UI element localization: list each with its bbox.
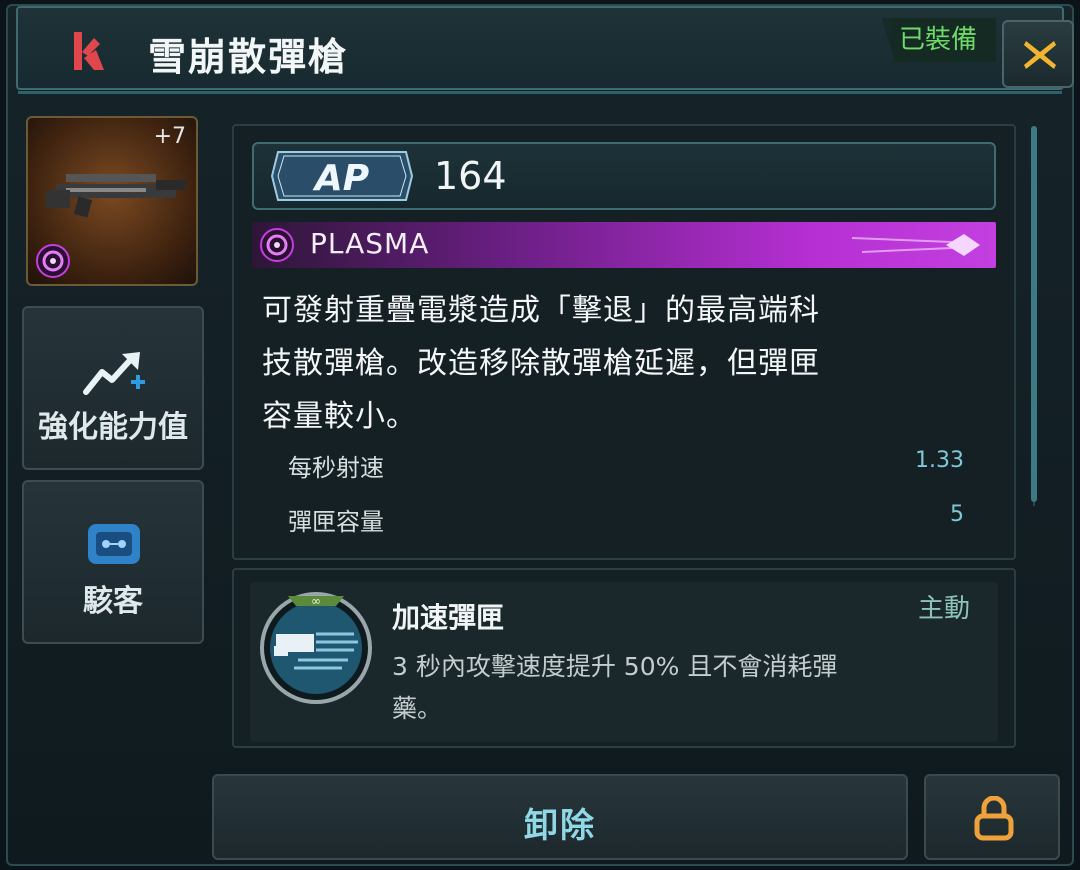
plasma-icon <box>260 228 294 262</box>
unequip-label: 卸除 <box>524 806 596 846</box>
shotgun-image <box>46 174 186 218</box>
description-line: 可發射重疊電漿造成「擊退」的最高端科 <box>262 293 820 328</box>
plasma-icon <box>36 244 70 278</box>
stat-value: 1.33 <box>915 448 964 473</box>
skill-type: 主動 <box>918 594 971 624</box>
stat-name: 彈匣容量 <box>288 508 384 536</box>
description-line: 容量較小。 <box>262 399 417 434</box>
equipped-badge: 已裝備 <box>881 18 996 62</box>
svg-text:∞: ∞ <box>311 594 321 608</box>
scrollbar-thumb[interactable] <box>1031 126 1037 502</box>
chip-icon <box>88 524 140 564</box>
plasma-streak-decoration <box>852 234 980 256</box>
lock-icon <box>974 796 1014 841</box>
skill-description-line: 3 秒內攻擊速度提升 50% 且不會消耗彈 <box>392 652 838 681</box>
brand-logo-icon <box>74 32 104 70</box>
skill-description: 3 秒內攻擊速度提升 50% 且不會消耗彈 藥。 <box>392 646 932 730</box>
stat-value: 5 <box>950 502 964 527</box>
enhance-label: 強化能力值 <box>38 410 188 445</box>
close-icon <box>1024 41 1056 69</box>
ap-box: AP 164 <box>252 142 996 210</box>
weapon-title: 雪崩散彈槍 <box>148 35 349 79</box>
skill-name: 加速彈匣 <box>392 601 505 634</box>
stat-row-magazine: 彈匣容量 5 <box>288 502 964 538</box>
description-line: 技散彈槍。改造移除散彈槍延遲，但彈匣 <box>262 346 820 381</box>
ap-value: 164 <box>434 154 507 198</box>
infinite-ammo-icon: ∞ <box>260 592 372 704</box>
hacker-button[interactable]: 駭客 <box>22 480 204 644</box>
lock-button[interactable] <box>924 774 1060 860</box>
damage-type-label: PLASMA <box>310 227 430 260</box>
enhance-stats-button[interactable]: 強化能力值 <box>22 306 204 470</box>
stat-row-fire-rate: 每秒射速 1.33 <box>288 448 964 484</box>
header-bar: 雪崩散彈槍 已裝備 <box>16 6 1074 94</box>
svg-text:AP: AP <box>312 158 369 199</box>
weapon-description: 可發射重疊電漿造成「擊退」的最高端科 技散彈槍。改造移除散彈槍延遲，但彈匣 容量… <box>262 284 922 443</box>
skill-description-line: 藥。 <box>392 694 443 723</box>
close-button[interactable] <box>1002 20 1074 88</box>
hacker-label: 駭客 <box>83 584 143 619</box>
unequip-button[interactable]: 卸除 <box>212 774 908 860</box>
scrollbar[interactable] <box>1030 126 1038 506</box>
upgrade-arrow-icon <box>83 352 145 395</box>
stat-name: 每秒射速 <box>288 454 384 482</box>
damage-type-bar: PLASMA <box>252 222 996 268</box>
ap-badge: AP <box>270 151 414 201</box>
weapon-level: +7 <box>153 124 186 149</box>
weapon-portrait-card[interactable]: +7 <box>26 116 198 286</box>
